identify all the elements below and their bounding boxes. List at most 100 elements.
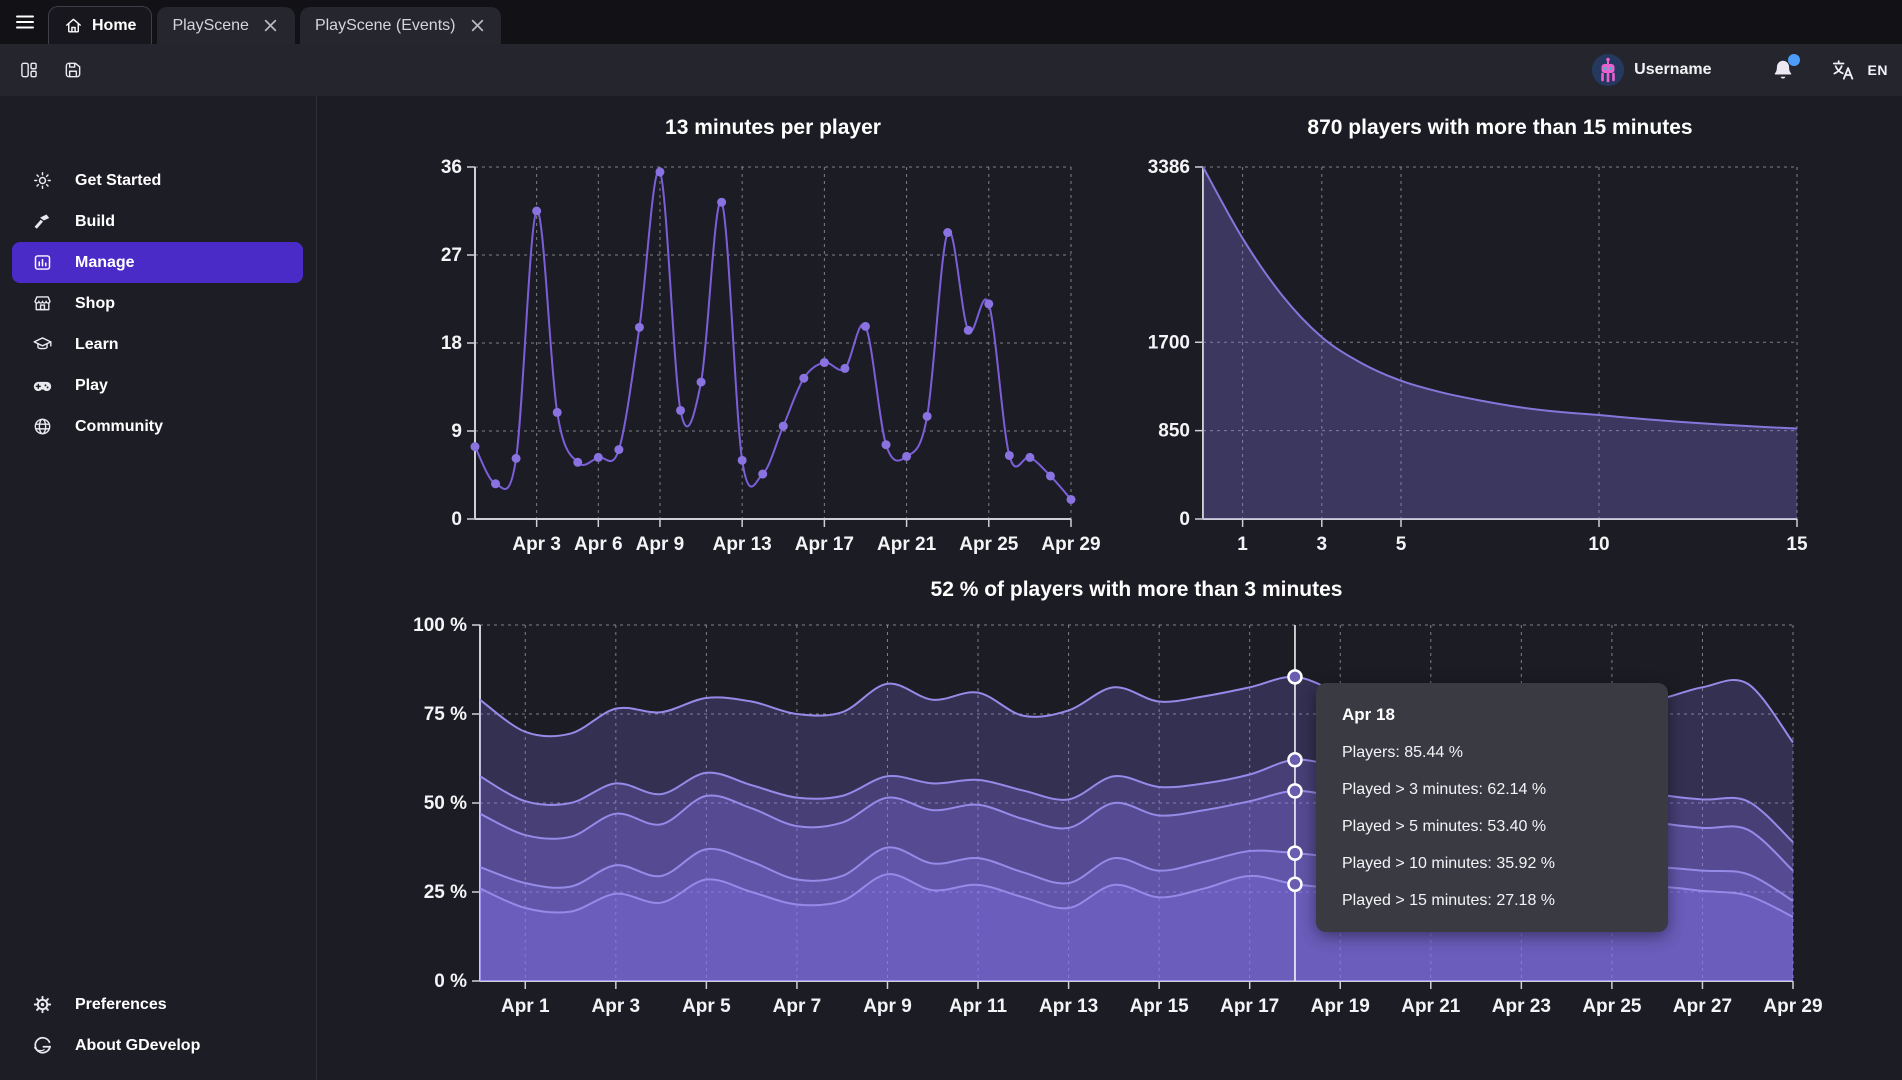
hover-point <box>1288 753 1301 766</box>
gdevelop-logo-icon <box>32 1035 53 1056</box>
data-point <box>553 408 562 417</box>
gdevelop-app: Home PlayScene PlayScene (Events) <box>0 0 1902 1080</box>
language-button[interactable] <box>1830 57 1856 83</box>
sidebar-item-community[interactable]: Community <box>12 406 303 447</box>
tick-label: 36 <box>441 157 462 178</box>
close-tab-icon[interactable] <box>262 17 280 35</box>
sidebar-item-get-started[interactable]: Get Started <box>12 160 303 201</box>
sidebar-item-label: Community <box>75 418 163 436</box>
tick-label: Apr 17 <box>795 534 854 555</box>
tick-label: 3 <box>1317 534 1328 555</box>
sidebar-item-label: Build <box>75 213 115 231</box>
gear-icon <box>32 994 53 1015</box>
sidebar-item-label: About GDevelop <box>75 1037 200 1055</box>
data-point <box>512 454 521 463</box>
avg-minutes-chart-canvas[interactable]: Apr 3Apr 6Apr 9Apr 13Apr 17Apr 21Apr 25A… <box>400 100 1100 560</box>
tick-label: 5 <box>1396 534 1407 555</box>
tooltip-row: Played > 5 minutes: 53.40 % <box>1342 818 1642 836</box>
sidebar-item-label: Get Started <box>75 172 161 190</box>
retention-minutes-chart: 870 players with more than 15 minutes 13… <box>1120 100 1840 560</box>
data-point <box>471 442 480 451</box>
chart-tooltip: Apr 18 Players: 85.44 % Played > 3 minut… <box>1316 683 1668 932</box>
tick-label: 850 <box>1158 421 1190 442</box>
sidebar-item-build[interactable]: Build <box>12 201 303 242</box>
data-point <box>697 378 706 387</box>
tick-label: Apr 29 <box>1763 996 1822 1017</box>
retention-percent-chart: 52 % of players with more than 3 minutes… <box>390 560 1850 1050</box>
tab-playscene-events[interactable]: PlayScene (Events) <box>300 7 502 44</box>
tick-label: Apr 25 <box>1582 996 1642 1017</box>
hover-point <box>1288 670 1301 683</box>
tick-label: Apr 3 <box>512 534 561 555</box>
notifications-button[interactable] <box>1770 57 1796 83</box>
data-point <box>923 412 932 421</box>
save-icon <box>63 58 83 82</box>
tick-label: 3386 <box>1148 157 1190 178</box>
data-point <box>758 470 767 479</box>
tick-label: 9 <box>451 421 462 442</box>
avg-minutes-chart: 13 minutes per player Apr 3Apr 6Apr 9Apr… <box>400 100 1100 560</box>
username-label[interactable]: Username <box>1634 61 1711 79</box>
save-project-button[interactable] <box>57 54 89 86</box>
data-point <box>532 207 541 216</box>
sidebar-item-label: Play <box>75 377 108 395</box>
tooltip-row: Played > 15 minutes: 27.18 % <box>1342 892 1642 910</box>
tab-home[interactable]: Home <box>48 6 152 44</box>
tick-label: 15 <box>1786 534 1808 555</box>
tick-label: Apr 19 <box>1311 996 1370 1017</box>
data-point <box>594 453 603 462</box>
tick-label: Apr 6 <box>574 534 623 555</box>
hover-point <box>1288 878 1301 891</box>
tooltip-row: Players: 85.44 % <box>1342 744 1642 762</box>
tooltip-row: Played > 10 minutes: 35.92 % <box>1342 855 1642 873</box>
language-code-label[interactable]: EN <box>1868 62 1888 78</box>
data-point <box>799 374 808 383</box>
sidebar-item-manage[interactable]: Manage <box>12 242 303 283</box>
data-point <box>902 452 911 461</box>
sidebar-item-label: Learn <box>75 336 119 354</box>
close-tab-icon[interactable] <box>468 17 486 35</box>
data-point <box>1025 453 1034 462</box>
data-point <box>655 167 664 176</box>
area-fill <box>1203 167 1797 519</box>
data-point <box>1005 451 1014 460</box>
tick-label: Apr 29 <box>1041 534 1100 555</box>
tick-label: Apr 3 <box>592 996 641 1017</box>
hamburger-icon <box>13 10 37 34</box>
hover-point <box>1288 847 1301 860</box>
sidebar-item-about-gdevelop[interactable]: About GDevelop <box>12 1025 303 1066</box>
sidebar-item-label: Manage <box>75 254 135 272</box>
tick-label: 75 % <box>424 704 467 725</box>
sidebar-item-preferences[interactable]: Preferences <box>12 984 303 1025</box>
notification-dot <box>1788 54 1800 66</box>
data-point <box>943 228 952 237</box>
data-point <box>882 440 891 449</box>
data-point <box>820 358 829 367</box>
tick-label: 10 <box>1588 534 1609 555</box>
gamepad-icon <box>32 375 53 396</box>
data-point <box>1067 495 1076 504</box>
data-point <box>717 198 726 207</box>
tooltip-row: Played > 3 minutes: 62.14 % <box>1342 781 1642 799</box>
tick-label: 1700 <box>1148 332 1190 353</box>
avatar[interactable] <box>1592 54 1624 86</box>
sidebar-item-shop[interactable]: Shop <box>12 283 303 324</box>
retention-minutes-chart-canvas[interactable]: 1351015085017003386 <box>1120 100 1840 560</box>
data-point <box>984 299 993 308</box>
sidebar-item-learn[interactable]: Learn <box>12 324 303 365</box>
sidebar-item-play[interactable]: Play <box>12 365 303 406</box>
data-point <box>779 422 788 431</box>
tab-playscene[interactable]: PlayScene <box>157 7 295 44</box>
sun-icon <box>32 170 53 191</box>
tab-label: Home <box>92 17 136 35</box>
hamburger-menu-button[interactable] <box>6 3 44 41</box>
tick-label: Apr 13 <box>1039 996 1098 1017</box>
toggle-panels-button[interactable] <box>13 54 45 86</box>
tooltip-date: Apr 18 <box>1342 705 1642 725</box>
tick-label: 1 <box>1237 534 1248 555</box>
data-point <box>491 479 500 488</box>
data-point <box>861 322 870 331</box>
translate-icon <box>1830 57 1856 83</box>
tick-label: Apr 5 <box>682 996 731 1017</box>
tick-label: 18 <box>441 333 462 354</box>
